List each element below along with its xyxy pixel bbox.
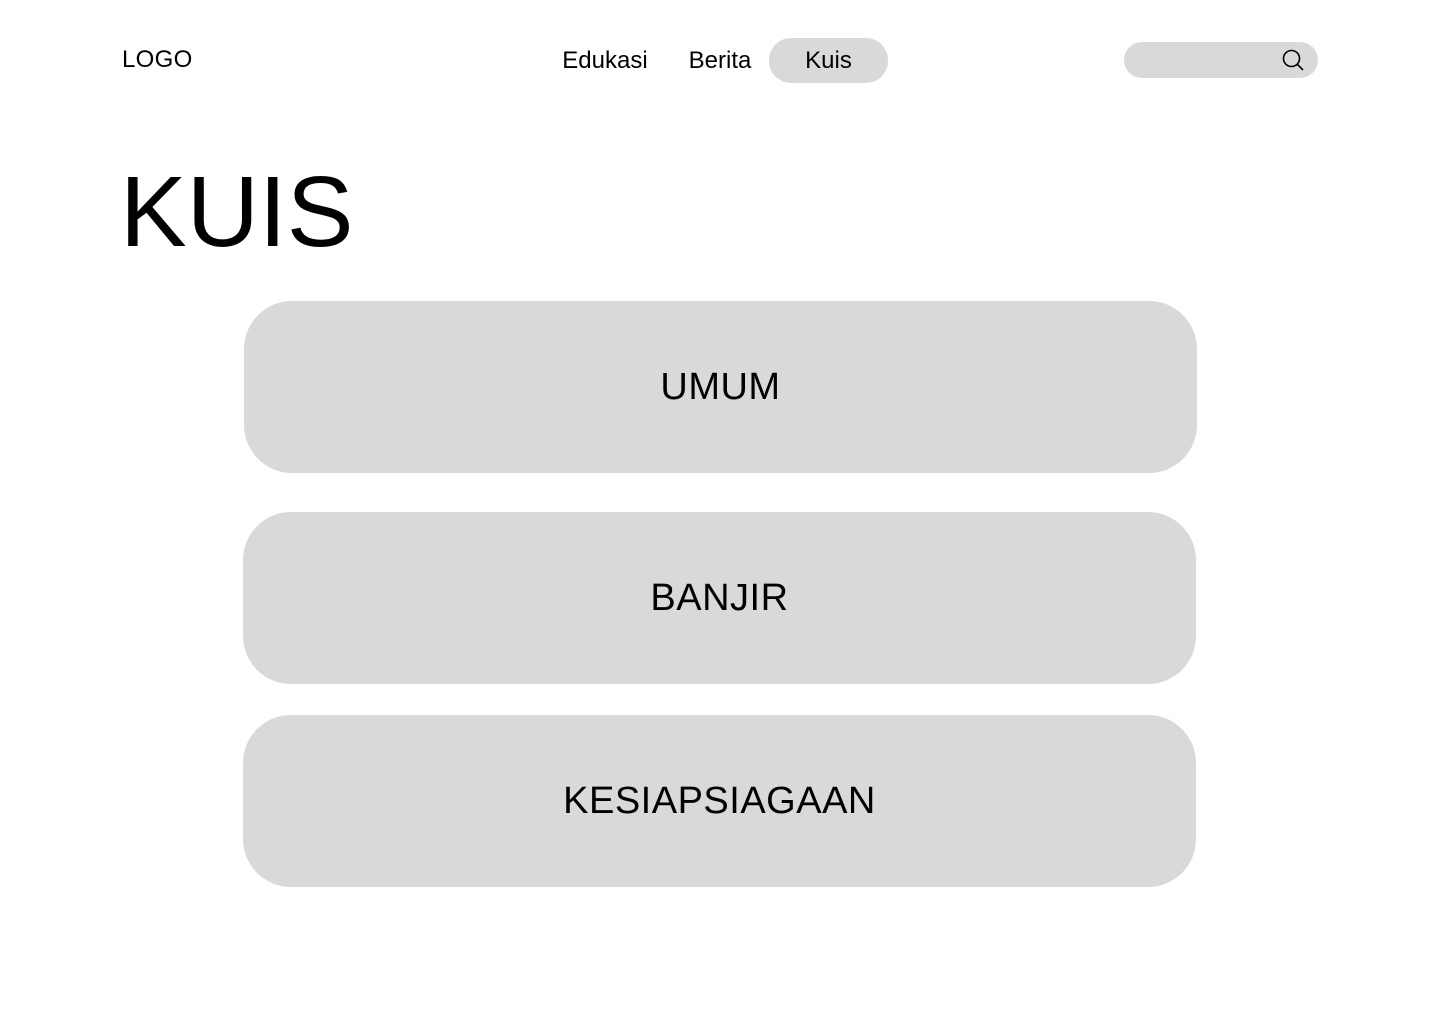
nav-item-edukasi[interactable]: Edukasi [548,38,662,83]
quiz-category-label: UMUM [660,365,781,408]
quiz-category-label: KESIAPSIAGAAN [563,779,876,822]
search-input[interactable] [1138,42,1278,78]
page-title: KUIS [120,156,354,268]
quiz-category-umum[interactable]: UMUM [244,301,1197,473]
quiz-category-kesiapsiagaan[interactable]: KESIAPSIAGAAN [243,715,1196,887]
search-icon[interactable] [1282,49,1304,71]
nav-item-berita[interactable]: Berita [676,38,764,83]
nav-item-kuis-active[interactable]: Kuis [769,38,888,83]
quiz-category-banjir[interactable]: BANJIR [243,512,1196,684]
quiz-category-label: BANJIR [650,576,789,619]
